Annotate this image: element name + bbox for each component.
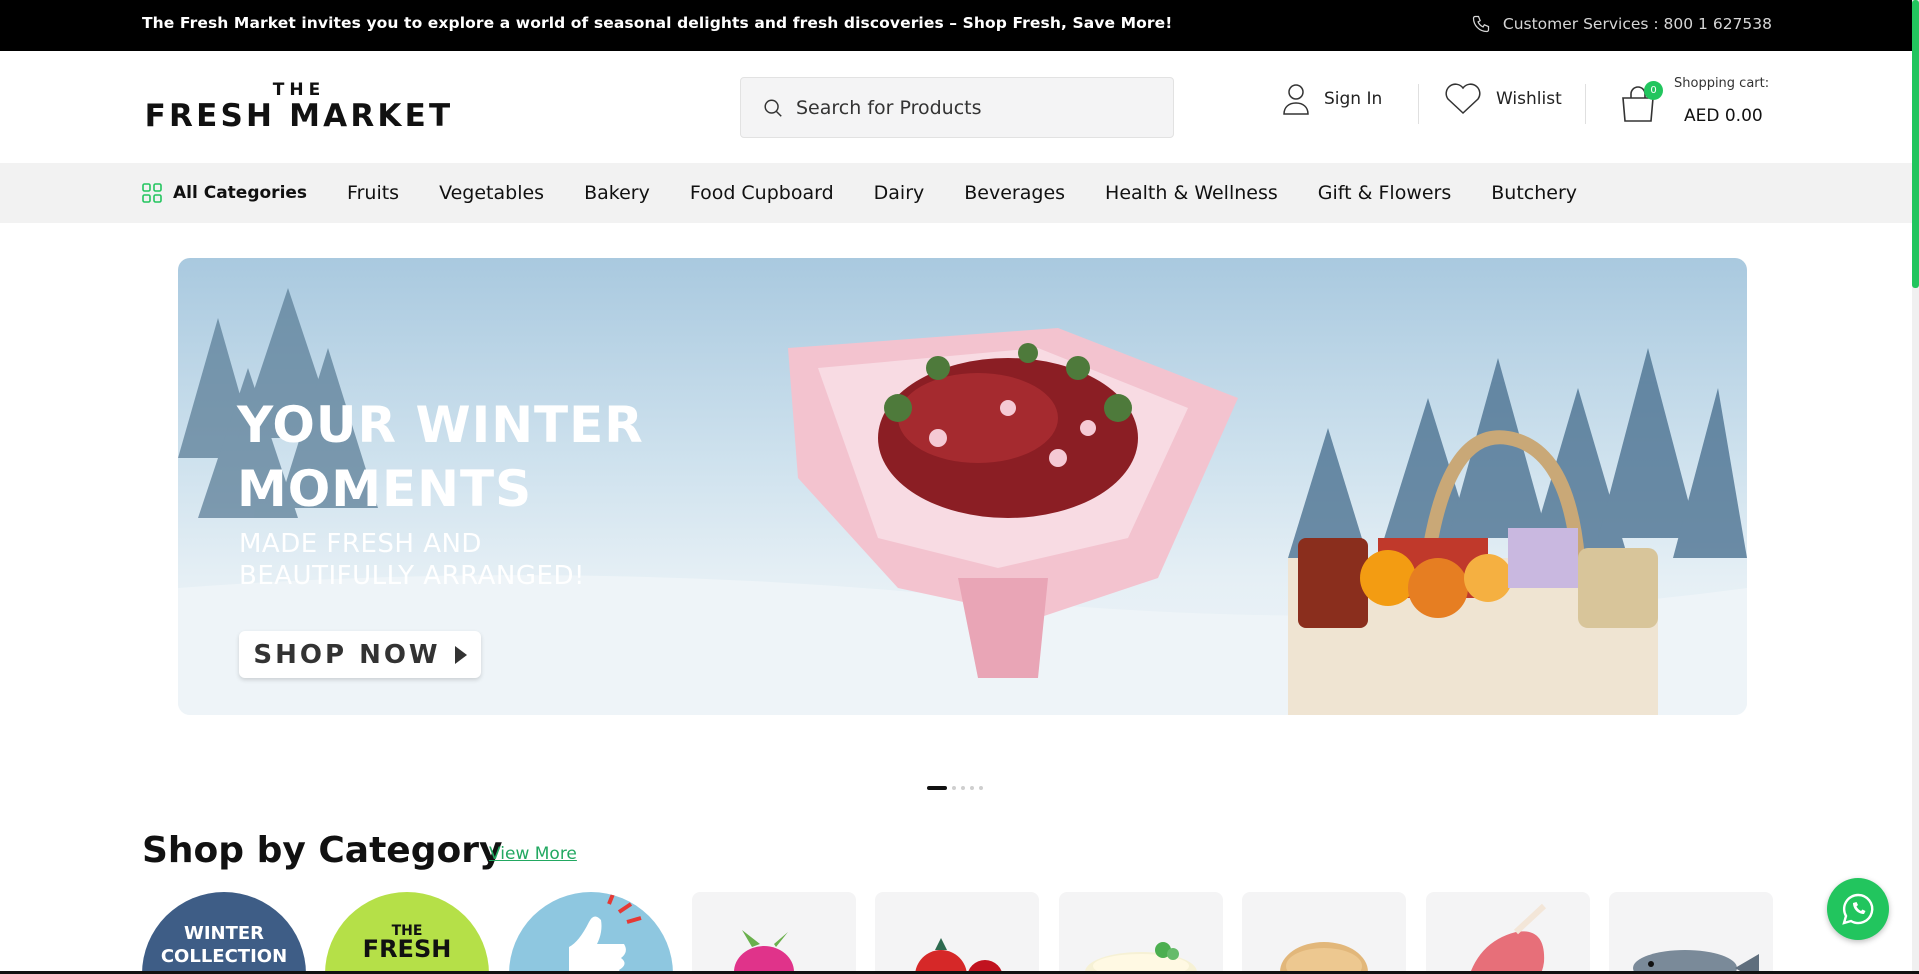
carousel-dot[interactable] xyxy=(927,786,947,790)
fish-icon xyxy=(1633,950,1759,974)
search-icon[interactable] xyxy=(762,97,784,119)
nav-item-vegetables[interactable]: Vegetables xyxy=(439,182,544,204)
customer-services-text: Customer Services : 800 1 627538 xyxy=(1502,15,1772,33)
promo-text: The Fresh Market invites you to explore … xyxy=(142,14,1173,32)
scrollbar[interactable] xyxy=(1912,0,1919,974)
cart-total: AED 0.00 xyxy=(1684,106,1763,126)
heart-icon xyxy=(1445,83,1481,115)
category-nav: All Categories Fruits Vegetables Bakery … xyxy=(0,163,1919,223)
carousel-dot[interactable] xyxy=(979,786,983,790)
nav-item-beverages[interactable]: Beverages xyxy=(964,182,1065,204)
category-tile-fresh[interactable]: THE FRESH xyxy=(325,892,489,974)
thumbs-up-icon xyxy=(569,893,642,974)
dragon-fruit-icon xyxy=(734,930,794,974)
whatsapp-button[interactable] xyxy=(1827,878,1889,940)
header-divider xyxy=(1418,84,1419,124)
bread-icon xyxy=(1280,942,1368,974)
nav-item-butchery[interactable]: Butchery xyxy=(1491,182,1577,204)
category-tile-seafood[interactable] xyxy=(1609,892,1773,974)
whatsapp-icon xyxy=(1842,893,1874,925)
nav-item-fruits[interactable]: Fruits xyxy=(347,182,399,204)
nav-item-dairy[interactable]: Dairy xyxy=(874,182,925,204)
hero-banner[interactable]: YOUR WINTER MOMENTS MADE FRESH AND BEAUT… xyxy=(178,258,1747,715)
category-tile-deals[interactable] xyxy=(509,892,673,974)
grid-icon xyxy=(142,183,162,203)
nav-item-health-wellness[interactable]: Health & Wellness xyxy=(1105,182,1278,204)
shop-now-label: SHOP NOW xyxy=(253,639,441,670)
sign-in-link[interactable]: Sign In xyxy=(1282,83,1382,115)
tomato-icon xyxy=(915,938,1003,974)
sauce-bowl-icon xyxy=(1085,942,1197,974)
logo[interactable]: THE FRESH MARKET xyxy=(142,80,456,135)
section-title: Shop by Category xyxy=(142,830,503,871)
meat-icon xyxy=(1469,903,1547,974)
shop-now-button[interactable]: SHOP NOW xyxy=(239,631,481,678)
fresh-tile-main: FRESH xyxy=(362,935,452,963)
all-categories-label: All Categories xyxy=(173,183,308,203)
hero-headline: YOUR WINTER MOMENTS xyxy=(237,396,644,518)
wishlist-label: Wishlist xyxy=(1496,89,1562,109)
scrollbar-thumb[interactable] xyxy=(1912,0,1919,288)
category-tile-dairy[interactable] xyxy=(1059,892,1223,974)
category-tile-winter[interactable]: WINTER COLLECTION xyxy=(142,892,306,974)
sign-in-label: Sign In xyxy=(1324,89,1383,109)
cart-label: Shopping cart: xyxy=(1674,76,1770,91)
category-tile-butchery[interactable] xyxy=(1426,892,1590,974)
customer-services[interactable]: Customer Services : 800 1 627538 xyxy=(1471,14,1772,34)
wishlist-link[interactable]: Wishlist xyxy=(1444,83,1562,115)
view-more-link[interactable]: View More xyxy=(489,844,577,864)
winter-tile-text: WINTER COLLECTION xyxy=(160,923,288,967)
category-tile-bakery[interactable] xyxy=(1242,892,1406,974)
phone-icon xyxy=(1472,15,1489,33)
play-arrow-icon xyxy=(454,645,467,664)
carousel-dot[interactable] xyxy=(952,786,956,790)
carousel-dot[interactable] xyxy=(961,786,965,790)
nav-item-gift-flowers[interactable]: Gift & Flowers xyxy=(1318,182,1451,204)
category-tile-vegetables[interactable] xyxy=(875,892,1039,974)
search-input[interactable] xyxy=(796,96,1156,119)
user-icon xyxy=(1283,84,1309,115)
nav-item-food-cupboard[interactable]: Food Cupboard xyxy=(690,182,834,204)
nav-item-bakery[interactable]: Bakery xyxy=(584,182,650,204)
logo-main: FRESH MARKET xyxy=(144,98,454,134)
cart-count-badge: 0 xyxy=(1644,81,1663,100)
promo-bar: The Fresh Market invites you to explore … xyxy=(0,0,1919,51)
search-bar[interactable] xyxy=(740,77,1174,138)
logo-the: THE xyxy=(272,80,326,100)
category-tile-fruits[interactable] xyxy=(692,892,856,974)
carousel-dots xyxy=(927,786,983,790)
carousel-dot[interactable] xyxy=(970,786,974,790)
hero-subline: MADE FRESH AND BEAUTIFULLY ARRANGED! xyxy=(239,529,585,591)
all-categories-button[interactable]: All Categories xyxy=(142,183,307,203)
site-header: THE FRESH MARKET Sign In Wishlist 0 Shop… xyxy=(0,51,1919,163)
header-divider xyxy=(1585,84,1586,124)
